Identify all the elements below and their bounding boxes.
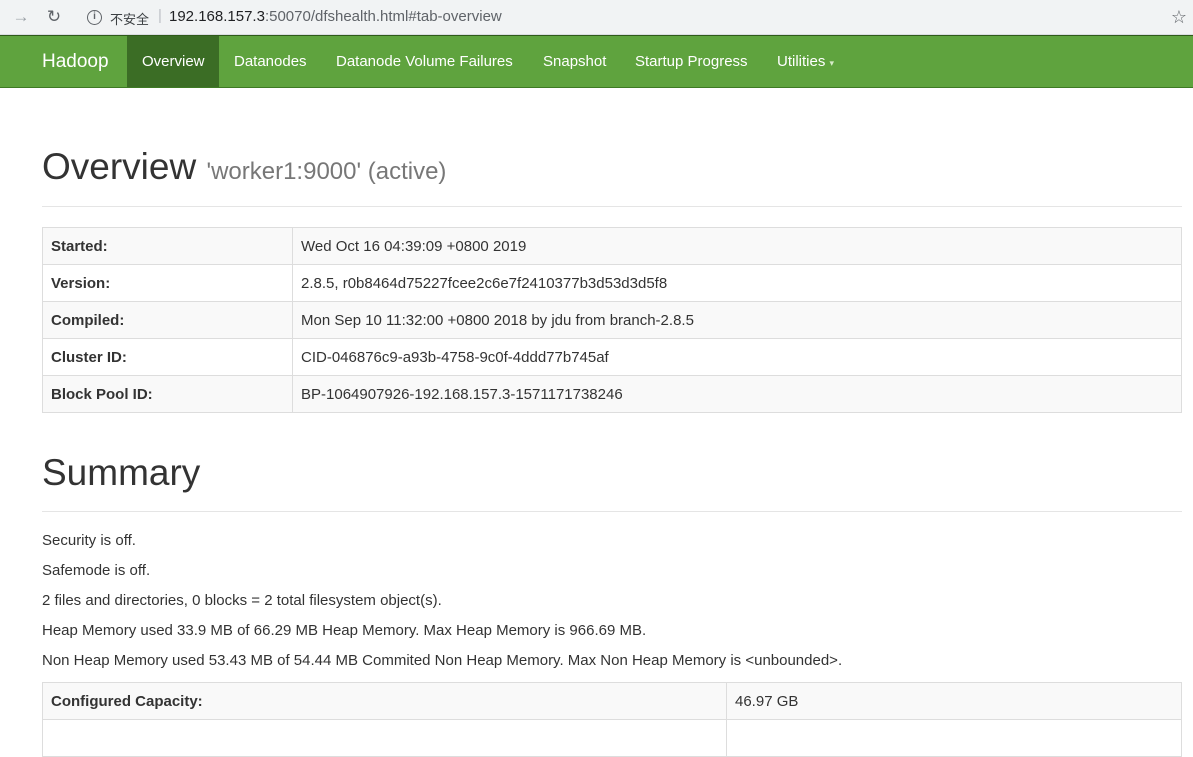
security-status: Security is off. [42,532,136,549]
table-row: Version: 2.8.5, r0b8464d75227fcee2c6e7f2… [42,264,1182,302]
row-key: Block Pool ID: [42,375,293,413]
reload-icon[interactable]: ↻ [42,6,66,28]
table-row: Started: Wed Oct 16 04:39:09 +0800 2019 [42,227,1182,265]
row-value: CID-046876c9-a93b-4758-9c0f-4ddd77b745af [292,338,1182,376]
row-value: 2.8.5, r0b8464d75227fcee2c6e7f2410377b3d… [292,264,1182,302]
info-icon[interactable]: i [87,10,102,25]
summary-heading: Summary [42,452,201,493]
bookmark-star-icon[interactable]: ☆ [1168,6,1190,28]
table-row [42,719,1182,757]
safemode-status: Safemode is off. [42,562,151,579]
table-row: Cluster ID: CID-046876c9-a93b-4758-9c0f-… [42,338,1182,376]
back-arrow-icon[interactable]: → [9,6,33,28]
url-path: :50070/dfshealth.html#tab-overview [264,8,502,25]
row-key: Version: [42,264,293,302]
row-value: Wed Oct 16 04:39:09 +0800 2019 [292,227,1182,265]
row-key: Configured Capacity: [42,682,727,720]
row-key: Compiled: [42,301,293,339]
nav-snapshot[interactable]: Snapshot [528,36,621,87]
url-separator: | [158,7,162,24]
table-row: Block Pool ID: BP-1064907926-192.168.157… [42,375,1182,413]
row-key: Started: [42,227,293,265]
overview-heading: Overview 'worker1:9000' (active) [42,146,446,188]
overview-table: Started: Wed Oct 16 04:39:09 +0800 2019 … [42,227,1182,413]
navbar: Hadoop Overview Datanodes Datanode Volum… [0,35,1193,88]
divider [42,206,1182,207]
insecure-label: 不安全 [110,12,150,27]
nav-overview[interactable]: Overview [127,36,219,87]
row-value: 46.97 GB [726,682,1182,720]
caret-down-icon: ▾ [829,58,835,68]
table-row: Configured Capacity: 46.97 GB [42,682,1182,720]
divider [42,511,1182,512]
row-value: Mon Sep 10 11:32:00 +0800 2018 by jdu fr… [292,301,1182,339]
nav-datanodes[interactable]: Datanodes [219,36,322,87]
row-value [726,719,1182,757]
filesystem-objects: 2 files and directories, 0 blocks = 2 to… [42,592,442,609]
navbar-brand[interactable]: Hadoop [42,36,109,87]
nav-datanode-volume-failures[interactable]: Datanode Volume Failures [321,36,528,87]
summary-table: Configured Capacity: 46.97 GB [42,682,1182,757]
nav-utilities-label: Utilities [777,53,826,70]
browser-toolbar: → ↻ i 不安全 | 192.168.157.3:50070/dfshealt… [0,0,1193,35]
row-key [42,719,727,757]
url-text[interactable]: 192.168.157.3:50070/dfshealth.html#tab-o… [169,8,502,25]
heap-memory: Heap Memory used 33.9 MB of 66.29 MB Hea… [42,622,647,639]
url-host: 192.168.157.3 [169,8,265,25]
overview-title: Overview [42,146,197,187]
row-key: Cluster ID: [42,338,293,376]
nav-utilities[interactable]: Utilities ▾ [762,36,849,87]
address-bar[interactable]: i 不安全 | 192.168.157.3:50070/dfshealth.ht… [78,4,1168,31]
overview-subtitle: 'worker1:9000' (active) [206,158,447,185]
non-heap-memory: Non Heap Memory used 53.43 MB of 54.44 M… [42,652,843,669]
table-row: Compiled: Mon Sep 10 11:32:00 +0800 2018… [42,301,1182,339]
row-value: BP-1064907926-192.168.157.3-157117173824… [292,375,1182,413]
nav-startup-progress[interactable]: Startup Progress [620,36,763,87]
